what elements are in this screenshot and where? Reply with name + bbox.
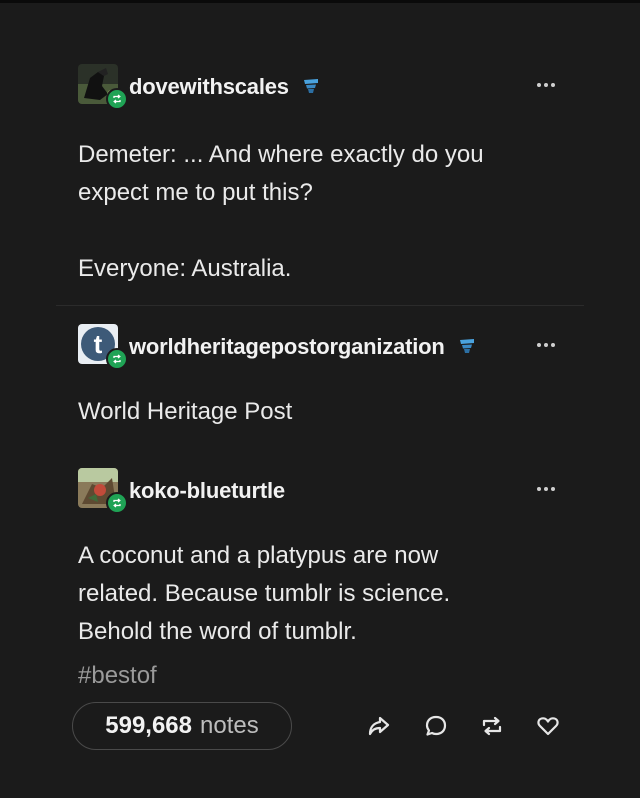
reply-icon[interactable] bbox=[423, 713, 449, 739]
reblog-badge-icon bbox=[106, 492, 128, 514]
username-link[interactable]: worldheritagepostorganization bbox=[129, 334, 477, 361]
username-text: worldheritagepostorganization bbox=[129, 334, 445, 359]
share-icon[interactable] bbox=[366, 713, 392, 739]
avatar[interactable]: t bbox=[78, 324, 128, 370]
more-options-icon[interactable] bbox=[537, 80, 565, 90]
top-border bbox=[0, 0, 640, 3]
username-text: dovewithscales bbox=[129, 74, 289, 99]
post-text: A coconut and a platypus are now related… bbox=[78, 542, 451, 645]
hashtag-link[interactable]: #bestof bbox=[78, 662, 157, 690]
more-options-icon[interactable] bbox=[537, 484, 565, 494]
reblog-badge-icon bbox=[106, 88, 128, 110]
username-link[interactable]: dovewithscales bbox=[129, 74, 321, 101]
avatar[interactable] bbox=[78, 468, 128, 514]
more-options-icon[interactable] bbox=[537, 340, 565, 350]
avatar[interactable] bbox=[78, 64, 128, 110]
heart-icon[interactable] bbox=[535, 713, 561, 739]
username-link[interactable]: koko-blueturtle bbox=[129, 478, 285, 504]
notes-count: 599,668 bbox=[105, 712, 193, 739]
divider bbox=[56, 305, 584, 306]
post-text: World Heritage Post bbox=[78, 398, 293, 425]
reblog-badge-icon bbox=[106, 348, 128, 370]
verified-badge-icon bbox=[301, 75, 321, 101]
avatar-letter: t bbox=[93, 329, 103, 359]
verified-badge-icon bbox=[457, 335, 477, 361]
reblog-icon[interactable] bbox=[479, 713, 505, 739]
post-text: Demeter: ... And where exactly do you ex… bbox=[78, 141, 484, 282]
notes-label: notes bbox=[200, 712, 259, 739]
notes-button[interactable]: 599,668 notes bbox=[72, 702, 292, 750]
